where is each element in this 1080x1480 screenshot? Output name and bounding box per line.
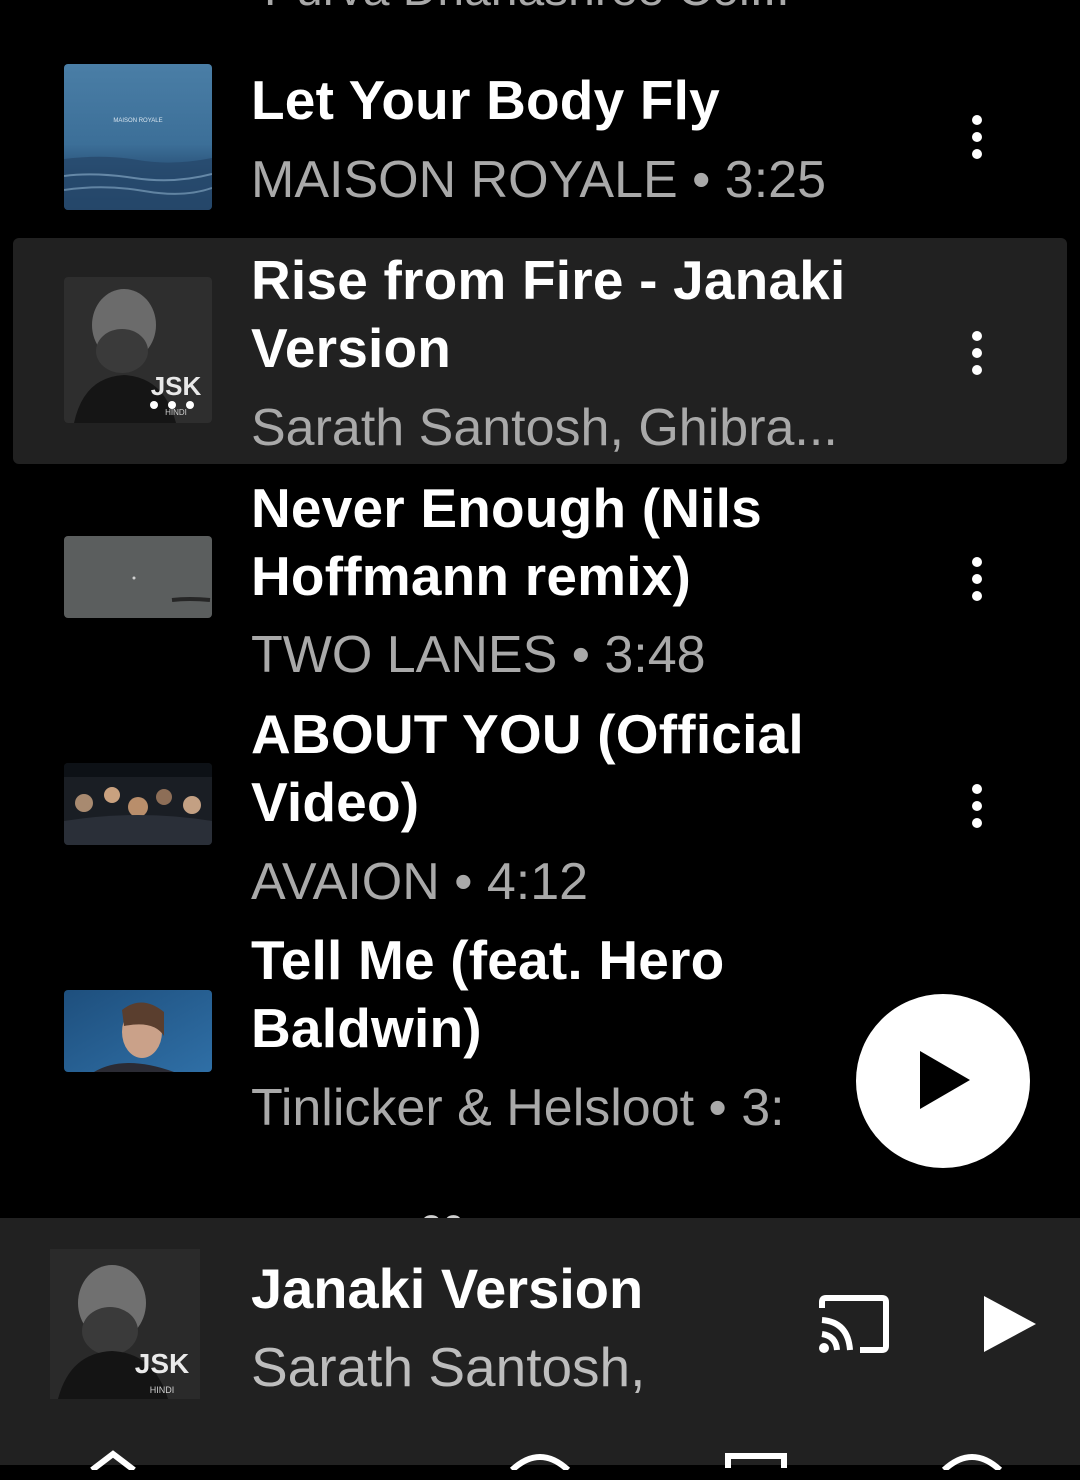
more-options-icon[interactable] bbox=[965, 784, 989, 828]
account-icon[interactable] bbox=[940, 1450, 1004, 1480]
track-subtitle: Sarath Santosh, Ghibra... bbox=[251, 399, 838, 457]
mini-player-artist: Sarath Santosh, bbox=[251, 1336, 646, 1398]
mini-player-title: Janaki Version bbox=[251, 1257, 644, 1320]
track-thumbnail bbox=[64, 536, 212, 618]
track-subtitle: TWO LANES • 3:48 bbox=[251, 626, 706, 684]
mini-player-play-button[interactable] bbox=[980, 1294, 1040, 1354]
mini-player[interactable]: JSK HINDI Janaki Version Sarath Santosh, bbox=[0, 1218, 1080, 1465]
track-thumbnail bbox=[64, 763, 212, 845]
track-title: ABOUT YOU (Official Video) bbox=[251, 703, 804, 833]
mini-player-artwork: JSK HINDI bbox=[50, 1249, 200, 1399]
track-thumbnail: JSK HINDI bbox=[64, 277, 212, 423]
svg-text:HINDI: HINDI bbox=[165, 408, 187, 417]
explore-icon[interactable] bbox=[508, 1450, 572, 1480]
svg-text:JSK: JSK bbox=[135, 1348, 189, 1379]
cast-icon[interactable] bbox=[818, 1294, 890, 1354]
track-subtitle: MAISON ROYALE • 3:25 bbox=[251, 151, 826, 209]
svg-text:MAISON ROYALE: MAISON ROYALE bbox=[113, 118, 162, 124]
more-options-icon[interactable] bbox=[965, 331, 989, 375]
track-title: Never Enough (Nils Hoffmann remix) bbox=[251, 477, 762, 607]
play-icon bbox=[920, 1051, 970, 1109]
track-subtitle: Tinlicker & Helsloot • 3: bbox=[251, 1079, 785, 1137]
previous-track-subtitle: Purva Dhanashree Col... bbox=[264, 0, 790, 17]
svg-text:JSK: JSK bbox=[151, 371, 202, 401]
home-icon[interactable] bbox=[88, 1450, 138, 1480]
library-icon[interactable] bbox=[724, 1450, 788, 1480]
play-icon bbox=[984, 1296, 1036, 1352]
more-options-icon[interactable] bbox=[965, 115, 989, 159]
more-options-icon[interactable] bbox=[965, 557, 989, 601]
track-title: Tell Me (feat. Hero Baldwin) bbox=[251, 929, 725, 1059]
shuffle-play-fab[interactable] bbox=[856, 994, 1030, 1168]
track-subtitle: AVAION • 4:12 bbox=[251, 853, 589, 911]
track-title: Rise from Fire - Janaki Version bbox=[251, 249, 846, 379]
svg-text:HINDI: HINDI bbox=[150, 1385, 175, 1395]
track-thumbnail: MAISON ROYALE bbox=[64, 64, 212, 210]
track-title: Let Your Body Fly bbox=[251, 69, 720, 131]
track-thumbnail bbox=[64, 990, 212, 1072]
